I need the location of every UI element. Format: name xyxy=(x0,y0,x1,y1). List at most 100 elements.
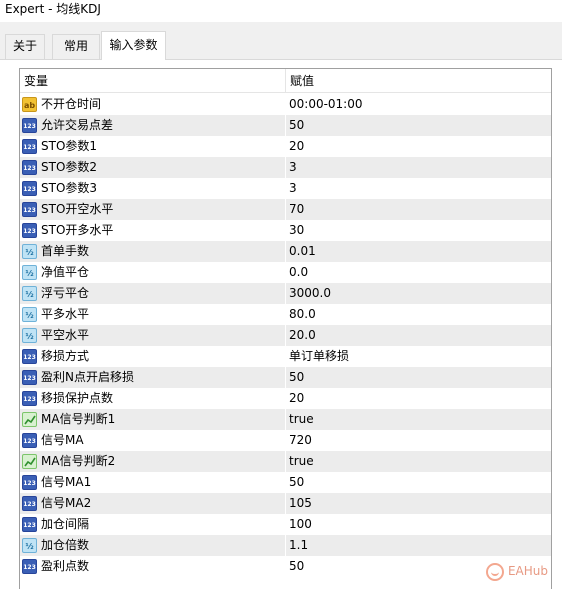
variable-name: STO参数1 xyxy=(41,139,98,153)
variable-cell[interactable]: 123 信号MA2 xyxy=(20,493,286,514)
variable-cell[interactable]: 123 加仓间隔 xyxy=(20,514,286,535)
123-int-icon: 123 xyxy=(22,202,37,217)
table-row[interactable]: 123 允许交易点差 50 xyxy=(20,115,551,136)
variable-cell[interactable]: ½ 首单手数 xyxy=(20,241,286,262)
variable-cell[interactable]: ab 不开仓时间 xyxy=(20,94,286,115)
table-row[interactable]: 123 STO开空水平 70 xyxy=(20,199,551,220)
value-cell[interactable]: 30 xyxy=(289,220,551,241)
tab-input-params[interactable]: 输入参数 xyxy=(101,31,166,60)
variable-name: 信号MA1 xyxy=(41,475,92,489)
variable-cell[interactable]: MA信号判断1 xyxy=(20,409,286,430)
table-row[interactable]: ½ 平空水平 20.0 xyxy=(20,325,551,346)
table-row[interactable]: ½ 平多水平 80.0 xyxy=(20,304,551,325)
table-row[interactable]: 123 STO参数1 20 xyxy=(20,136,551,157)
variable-cell[interactable]: 123 STO参数2 xyxy=(20,157,286,178)
value-cell[interactable]: 100 xyxy=(289,514,551,535)
variable-name: 盈利N点开启移损 xyxy=(41,370,134,384)
value-cell[interactable]: true xyxy=(289,409,551,430)
variable-name: STO参数2 xyxy=(41,160,98,174)
variable-name: 平多水平 xyxy=(41,307,90,321)
variable-name: 允许交易点差 xyxy=(41,118,114,132)
123-int-icon: 123 xyxy=(22,139,37,154)
watermark: EAHub xyxy=(485,561,548,581)
123-int-icon: 123 xyxy=(22,475,37,490)
variable-cell[interactable]: ½ 净值平仓 xyxy=(20,262,286,283)
123-int-icon: 123 xyxy=(22,391,37,406)
123-int-icon: 123 xyxy=(22,181,37,196)
table-row[interactable]: 123 移损保护点数 20 xyxy=(20,388,551,409)
variable-cell[interactable]: ½ 加仓倍数 xyxy=(20,535,286,556)
value-cell[interactable]: 20 xyxy=(289,136,551,157)
eahub-logo-icon xyxy=(485,562,504,581)
table-row[interactable]: 123 盈利N点开启移损 50 xyxy=(20,367,551,388)
value-cell[interactable]: 单订单移损 xyxy=(289,346,551,367)
column-header-value[interactable]: 赋值 xyxy=(286,69,551,93)
table-row[interactable]: ½ 浮亏平仓 3000.0 xyxy=(20,283,551,304)
value-cell[interactable]: 20 xyxy=(289,388,551,409)
value-cell[interactable]: 720 xyxy=(289,430,551,451)
table-row[interactable]: 123 信号MA 720 xyxy=(20,430,551,451)
123-int-icon: 123 xyxy=(22,559,37,574)
double-icon: ½ xyxy=(22,286,37,301)
variable-cell[interactable]: ½ 平多水平 xyxy=(20,304,286,325)
table-row[interactable]: 123 信号MA2 105 xyxy=(20,493,551,514)
value-cell[interactable]: 50 xyxy=(289,115,551,136)
table-row[interactable]: ½ 加仓倍数 1.1 xyxy=(20,535,551,556)
value-cell[interactable]: 50 xyxy=(289,367,551,388)
variable-cell[interactable]: 123 STO参数3 xyxy=(20,178,286,199)
variable-cell[interactable]: MA信号判断2 xyxy=(20,451,286,472)
table-row[interactable]: MA信号判断1 true xyxy=(20,409,551,430)
tab-panel: 变量 赋值 ab 不开仓时间 00:00-01:00 123 允许交易点差 50 123 ST… xyxy=(0,59,562,589)
variable-cell[interactable]: 123 信号MA xyxy=(20,430,286,451)
variable-cell[interactable]: 123 允许交易点差 xyxy=(20,115,286,136)
123-int-icon: 123 xyxy=(22,370,37,385)
table-row[interactable]: 123 加仓间隔 100 xyxy=(20,514,551,535)
variable-cell[interactable]: 123 移损方式 xyxy=(20,346,286,367)
double-icon: ½ xyxy=(22,244,37,259)
value-cell[interactable]: 00:00-01:00 xyxy=(289,94,551,115)
variable-cell[interactable]: 123 盈利点数 xyxy=(20,556,286,577)
variable-cell[interactable]: 123 STO参数1 xyxy=(20,136,286,157)
value-cell[interactable]: 105 xyxy=(289,493,551,514)
ab-string-icon: ab xyxy=(22,97,37,112)
tab-common[interactable]: 常用 xyxy=(52,34,100,59)
variable-cell[interactable]: 123 盈利N点开启移损 xyxy=(20,367,286,388)
variable-cell[interactable]: 123 STO开空水平 xyxy=(20,199,286,220)
variable-name: MA信号判断1 xyxy=(41,412,116,426)
value-cell[interactable]: true xyxy=(289,451,551,472)
watermark-text: EAHub xyxy=(507,564,548,578)
table-row[interactable]: 123 信号MA1 50 xyxy=(20,472,551,493)
table-row[interactable]: 123 STO参数3 3 xyxy=(20,178,551,199)
variable-cell[interactable]: ½ 浮亏平仓 xyxy=(20,283,286,304)
value-cell[interactable]: 80.0 xyxy=(289,304,551,325)
value-cell[interactable]: 0.01 xyxy=(289,241,551,262)
table-row[interactable]: ½ 净值平仓 0.0 xyxy=(20,262,551,283)
tab-about[interactable]: 关于 xyxy=(5,34,45,59)
variable-cell[interactable]: ½ 平空水平 xyxy=(20,325,286,346)
value-cell[interactable]: 3000.0 xyxy=(289,283,551,304)
variable-cell[interactable]: 123 移损保护点数 xyxy=(20,388,286,409)
table-row[interactable]: ½ 首单手数 0.01 xyxy=(20,241,551,262)
table-row[interactable]: 123 盈利点数 50 xyxy=(20,556,551,577)
value-cell[interactable]: 0.0 xyxy=(289,262,551,283)
value-cell[interactable]: 3 xyxy=(289,157,551,178)
value-cell[interactable]: 20.0 xyxy=(289,325,551,346)
variable-name: 净值平仓 xyxy=(41,265,90,279)
grid-rows: ab 不开仓时间 00:00-01:00 123 允许交易点差 50 123 STO参数1 20… xyxy=(20,94,551,577)
column-header-variable[interactable]: 变量 xyxy=(20,69,286,93)
variable-cell[interactable]: 123 信号MA1 xyxy=(20,472,286,493)
value-cell[interactable]: 50 xyxy=(289,472,551,493)
value-cell[interactable]: 70 xyxy=(289,199,551,220)
value-cell[interactable]: 1.1 xyxy=(289,535,551,556)
table-row[interactable]: MA信号判断2 true xyxy=(20,451,551,472)
value-cell[interactable]: 3 xyxy=(289,178,551,199)
double-icon: ½ xyxy=(22,538,37,553)
variable-cell[interactable]: 123 STO开多水平 xyxy=(20,220,286,241)
table-row[interactable]: 123 STO开多水平 30 xyxy=(20,220,551,241)
parameters-grid: 变量 赋值 ab 不开仓时间 00:00-01:00 123 允许交易点差 50 123 ST… xyxy=(19,68,552,589)
variable-name: 不开仓时间 xyxy=(41,97,102,111)
table-row[interactable]: ab 不开仓时间 00:00-01:00 xyxy=(20,94,551,115)
table-row[interactable]: 123 移损方式 单订单移损 xyxy=(20,346,551,367)
table-row[interactable]: 123 STO参数2 3 xyxy=(20,157,551,178)
123-int-icon: 123 xyxy=(22,349,37,364)
